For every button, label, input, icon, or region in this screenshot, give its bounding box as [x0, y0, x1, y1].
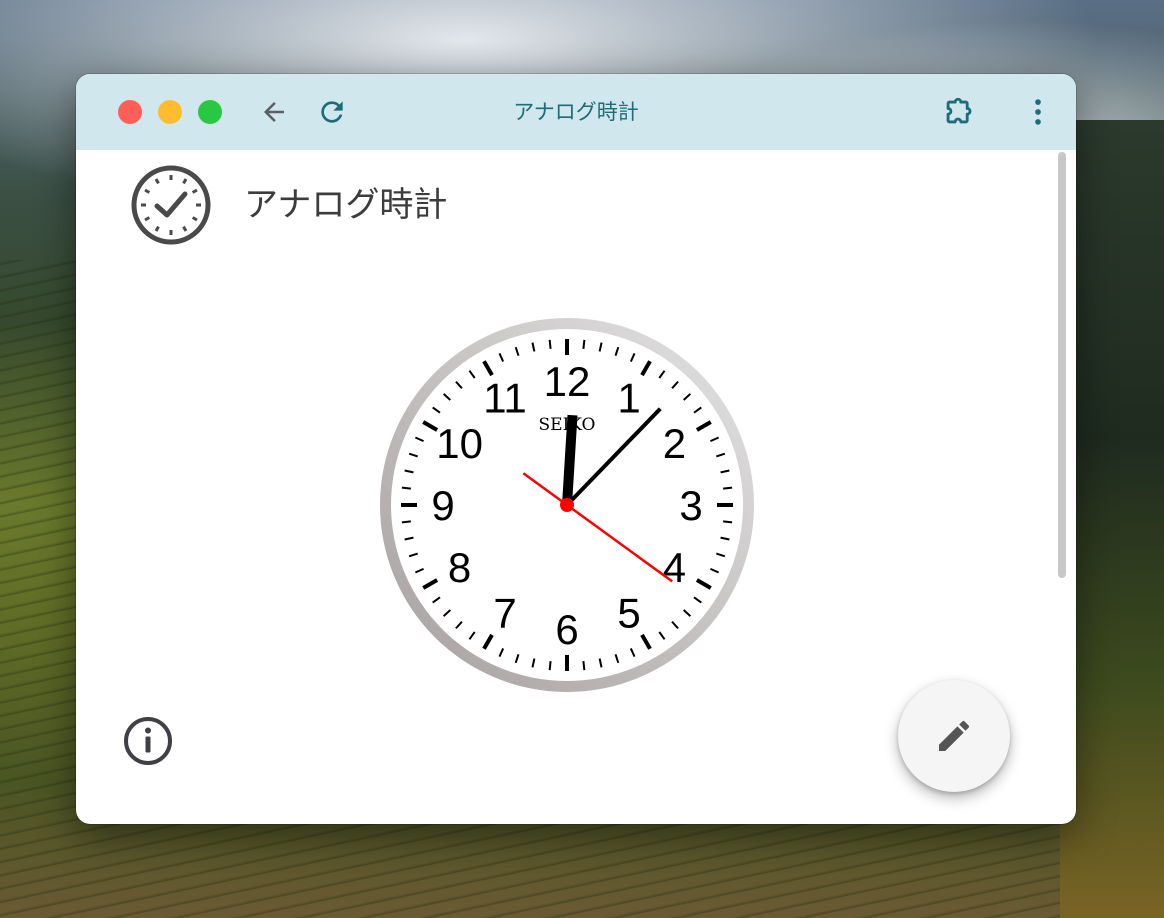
clock-icon-tick — [182, 225, 188, 232]
clock-number-3: 3 — [679, 482, 702, 529]
clock-number-12: 12 — [544, 358, 591, 405]
analog-clock: 121234567891011 SEIKO — [380, 318, 754, 692]
hour-hand — [562, 414, 578, 506]
info-icon — [124, 717, 172, 765]
clock-minor-tick — [401, 486, 411, 490]
clock-number-5: 5 — [617, 589, 640, 636]
title-bar: アナログ時計 — [76, 74, 1076, 150]
clock-number-7: 7 — [493, 589, 516, 636]
pencil-icon — [939, 720, 970, 751]
clock-number-9: 9 — [431, 482, 454, 529]
clock-icon — [131, 165, 211, 245]
clock-icon-tick — [144, 216, 151, 222]
puzzle-icon — [946, 97, 972, 124]
clock-number-10: 10 — [436, 420, 483, 467]
scrollbar[interactable] — [1056, 150, 1068, 824]
clock-number-11: 11 — [483, 375, 527, 422]
clock-minor-tick — [582, 661, 586, 671]
window-title: アナログ時計 — [513, 100, 639, 124]
clock-number-1: 1 — [617, 375, 640, 422]
clock-icon-tick — [154, 225, 160, 232]
clock-center-pin — [560, 498, 574, 512]
edit-button[interactable] — [898, 680, 1010, 792]
clock-icon-tick — [191, 188, 198, 194]
clock-number-8: 8 — [448, 544, 471, 591]
clock-minor-tick — [548, 661, 552, 671]
clock-icon-tick — [182, 178, 188, 185]
clock-minor-tick — [401, 520, 411, 524]
page-title: アナログ時計 — [244, 185, 448, 225]
clock-minor-tick — [723, 520, 733, 524]
clock-minor-tick — [723, 486, 733, 490]
extensions-button[interactable] — [940, 94, 976, 130]
clock-minor-tick — [548, 339, 552, 349]
more-menu-button[interactable] — [1020, 94, 1056, 130]
clock-icon-tick — [144, 188, 151, 194]
clock-icon-tick — [154, 178, 160, 185]
scrollbar-thumb[interactable] — [1058, 152, 1066, 578]
clock-icon-tick — [191, 216, 198, 222]
clock-number-4: 4 — [663, 544, 686, 591]
clock-number-2: 2 — [663, 420, 686, 467]
clock-number-6: 6 — [555, 606, 578, 653]
app-window: アナログ時計 アナログ時計 12 1 2 3 4 5 6 7 8 9 10 11 — [76, 74, 1076, 824]
clock-minor-tick — [582, 339, 586, 349]
info-button[interactable] — [122, 715, 174, 767]
more-vert-icon — [1035, 99, 1041, 125]
